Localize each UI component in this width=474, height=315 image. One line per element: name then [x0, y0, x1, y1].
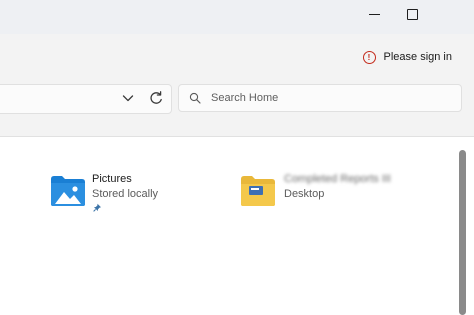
minimize-button[interactable] [354, 0, 394, 28]
pictures-folder-icon [51, 176, 85, 206]
maximize-icon [406, 8, 418, 20]
content-area [0, 137, 474, 315]
search-input[interactable] [211, 92, 441, 104]
sign-in-label: Please sign in [383, 51, 453, 63]
item-name: Completed Reports III [284, 173, 391, 185]
chevron-down-icon[interactable] [121, 91, 135, 105]
item-location: Desktop [284, 188, 325, 200]
item-tile-pictures[interactable]: Pictures Stored locally [48, 170, 178, 216]
alert-circle-icon: ! [362, 50, 376, 64]
maximize-button[interactable] [392, 0, 432, 28]
pin-icon [93, 203, 101, 212]
item-location: Stored locally [92, 188, 159, 200]
item-name: Pictures [92, 173, 132, 185]
item-tile-folder[interactable]: Completed Reports III Desktop [238, 170, 438, 216]
scrollbar-thumb[interactable] [459, 150, 466, 315]
title-bar [0, 0, 474, 34]
folder-icon [241, 176, 275, 206]
sign-in-prompt[interactable]: ! Please sign in [362, 49, 453, 65]
address-bar[interactable] [0, 84, 172, 114]
refresh-icon[interactable] [148, 90, 164, 106]
search-icon [189, 92, 201, 104]
search-box[interactable] [178, 84, 462, 112]
minimize-icon [368, 13, 380, 15]
